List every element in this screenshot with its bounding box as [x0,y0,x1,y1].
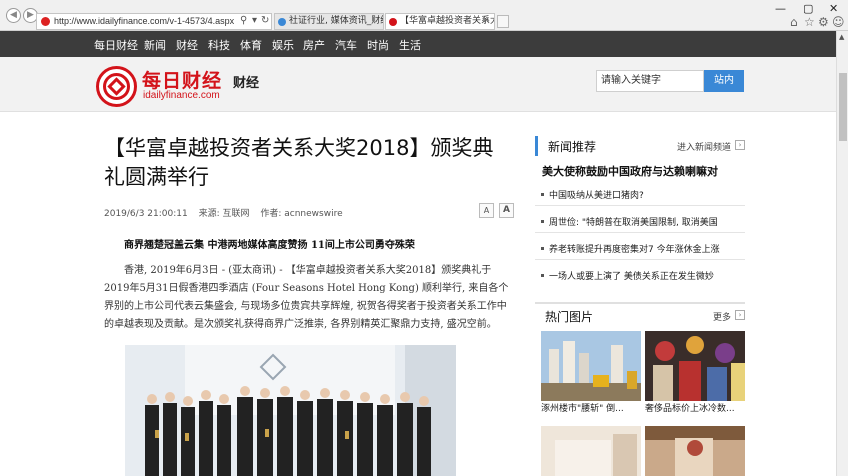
nav-item-life[interactable]: 生活 [399,37,421,53]
nav-item-news[interactable]: 新闻 [144,37,166,53]
bullet-icon [541,220,544,223]
site-favicon [41,17,50,26]
photo-thumb-3[interactable] [541,426,641,476]
tab-2[interactable]: 【华富卓越投资者关系大奖... ✕ [385,13,495,30]
address-bar[interactable]: http://www.idailyfinance.com/v-1-4573/4.… [36,13,272,30]
chevron-right-icon[interactable]: › [735,140,745,150]
divider [535,205,745,206]
vertical-scrollbar[interactable]: ▲ [836,31,848,476]
bullet-icon [541,274,544,277]
logo-emblem-icon[interactable] [96,66,137,107]
article-photo [125,345,456,476]
news-recommend-title: 新闻推荐 [548,140,597,154]
list-item[interactable]: 养老转账提升再度密集对7 今年涨休金上涨 [538,242,746,255]
lead-headline[interactable]: 美大使称鼓励中国政府与达赖喇嘛对 [542,163,718,179]
minimize-button[interactable]: — [775,2,786,15]
favorites-star-icon[interactable]: ☆ [804,15,815,29]
photo-caption-1[interactable]: 涿州楼市"腰斩" 倒... [541,401,641,414]
close-window-button[interactable]: ✕ [829,2,838,15]
list-item[interactable]: 周世俭: "特朗普在取消美国限制, 取消美国 [538,215,746,228]
nav-item-sports[interactable]: 体育 [240,37,262,53]
hot-photos-header: 热门图片 更多 › [535,302,745,324]
list-item[interactable]: 一场人或要上演了 美债关系正在发生微妙 [538,269,746,282]
nav-item-tech[interactable]: 科技 [208,37,230,53]
divider [535,232,745,233]
search-input[interactable]: 请输入关键字 [596,70,704,92]
tab-favicon [278,18,286,26]
scroll-up-icon[interactable]: ▲ [839,33,844,41]
news-channel-link[interactable]: 进入新闻频道 [677,140,731,153]
chevron-right-icon[interactable]: › [735,310,745,320]
article-title: 【华富卓越投资者关系大奖2018】颁奖典礼圆满举行 [104,136,494,189]
logo-text[interactable]: 每日财经 [142,66,222,93]
list-item[interactable]: 中国吸纳从美进口猪肉? [538,188,746,201]
nav-item-auto[interactable]: 汽车 [335,37,357,53]
divider [535,259,745,260]
logo-domain: idailyfinance.com [143,90,220,101]
font-larger-button[interactable]: A [499,203,514,218]
settings-gear-icon[interactable]: ⚙ [818,15,829,29]
back-button[interactable]: ◀ [6,8,21,23]
refresh-icon[interactable]: ↻ [261,15,269,26]
nav-item-ent[interactable]: 娱乐 [272,37,294,53]
search-icon[interactable]: ⚲ [240,15,247,26]
channel-label[interactable]: 财经 [233,72,259,91]
browser-chrome: ◀ ▶ http://www.idailyfinance.com/v-1-457… [0,0,848,31]
site-header: 每日财经 idailyfinance.com 财经 请输入关键字 站内 [0,57,836,112]
photo-thumb-4[interactable] [645,426,745,476]
new-tab-button[interactable] [497,15,509,28]
article-subhead: 商界翘楚冠盖云集 中港两地媒体高度赞扬 11间上市公司勇夺殊荣 [124,240,415,251]
news-recommend-header: 新闻推荐 进入新闻频道 › [535,136,745,156]
article-source: 来源: 互联网 [198,209,250,219]
dropdown-icon[interactable]: ▾ [252,15,257,26]
top-nav: 每日财经 新闻 财经 科技 体育 娱乐 房产 汽车 时尚 生活 [0,31,836,57]
article-author: 作者: acnnewswire [260,209,343,219]
tab-label: 社证行业, 媒体资讯_财经资讯... [289,16,383,26]
photo-thumb-1[interactable] [541,331,641,401]
tab-1[interactable]: 社证行业, 媒体资讯_财经资讯... [274,13,384,30]
tab-favicon [389,18,397,26]
hot-photos-more-link[interactable]: 更多 [713,310,731,323]
tab-label: 【华富卓越投资者关系大奖... [400,16,494,26]
maximize-button[interactable]: ▢ [803,2,813,15]
nav-item-finance[interactable]: 财经 [176,37,198,53]
hot-photos-title: 热门图片 [545,310,594,324]
address-url[interactable]: http://www.idailyfinance.com/v-1-4573/4.… [54,16,234,26]
smiley-feedback-icon[interactable]: ☺ [832,15,845,29]
font-smaller-button[interactable]: A [479,203,494,218]
article-date: 2019/6/3 21:00:11 [104,209,188,219]
bullet-icon [541,193,544,196]
search-button[interactable]: 站内 [704,70,744,92]
article-meta: 2019/6/3 21:00:11 来源: 互联网 作者: acnnewswir… [104,206,351,219]
bullet-icon [541,247,544,250]
photo-caption-2[interactable]: 奢侈品标价上冰冷数... [645,401,745,414]
tab-close-icon[interactable]: ✕ [482,14,490,29]
scrollbar-thumb[interactable] [839,73,847,141]
nav-item-realestate[interactable]: 房产 [303,37,325,53]
nav-item-home[interactable]: 每日财经 [94,37,138,53]
photo-thumb-2[interactable] [645,331,745,401]
nav-item-fashion[interactable]: 时尚 [367,37,389,53]
article-paragraph: 香港, 2019年6月3日 - (亚太商讯) - 【华富卓越投资者关系大奖201… [104,265,509,330]
home-icon[interactable]: ⌂ [790,15,798,29]
